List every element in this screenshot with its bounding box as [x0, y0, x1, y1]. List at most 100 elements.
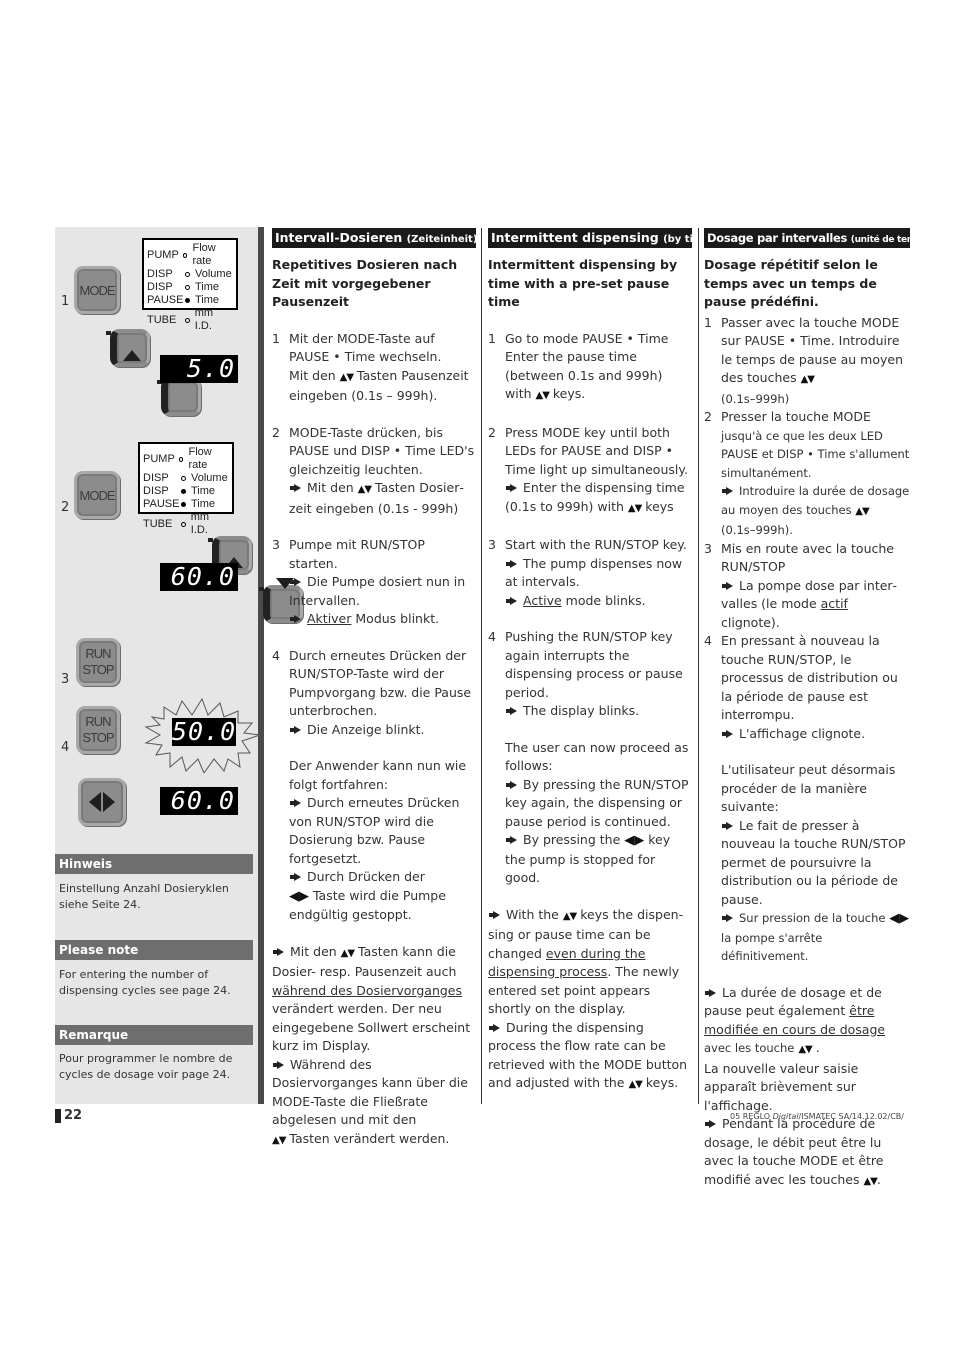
para-text: verän­dert werden. Der neu eingegebene S… — [272, 1001, 471, 1053]
arrow-right-icon — [506, 836, 517, 844]
arrow-right-icon — [722, 914, 733, 922]
led-label: mm I.D. — [190, 511, 210, 536]
step-item: 2 Press MODE key until both LEDs for PAU… — [488, 424, 692, 519]
step-text: la pompe s'arrête définitivement. — [721, 930, 823, 964]
arrow-right-icon — [273, 1060, 284, 1069]
step-item: 4 Pushing the RUN/STOP key again interru… — [488, 628, 692, 888]
step-text: Durch Drücken der — [307, 869, 425, 884]
led-label: Volume — [191, 472, 228, 484]
step-number: 3 — [272, 537, 280, 552]
para-text: Tasten verändert werden. — [289, 1130, 450, 1146]
up-down-keys-icon: ▲▼ — [272, 1134, 286, 1146]
step-text: Modus blinkt. — [355, 611, 440, 626]
step-number: 1 — [488, 330, 496, 346]
led-panel: PUMP Flow rate DISP Volume DISP Time PAUSE Time… — [138, 442, 234, 536]
run-label: RUN — [85, 646, 111, 661]
step-number: 3 — [704, 540, 712, 556]
up-down-keys-icon: ▲▼ — [357, 484, 372, 495]
note-text-de: Einstellung Anzahl Dosieryklen siehe Sei… — [59, 882, 229, 911]
up-down-keys-icon: ▲▼ — [535, 390, 550, 401]
run-label: RUN — [85, 714, 111, 729]
up-down-keys-icon: ▲▼ — [627, 502, 642, 514]
step-text: Mis en route avec la touche RUN/STOP — [721, 540, 894, 575]
step-number: 4 — [272, 647, 280, 663]
led-off-icon — [185, 272, 190, 277]
mode-key[interactable]: MODE — [74, 266, 120, 314]
up-key[interactable] — [106, 329, 150, 367]
column-german: Intervall-Dosieren (Zeiteinheit) Repetit… — [272, 228, 476, 1150]
led-off-icon — [181, 476, 186, 481]
up-down-keys-icon: ▲▼ — [798, 1044, 812, 1055]
step-text: Der Anwender kann nun wie folgt fortfahr… — [289, 758, 467, 792]
section-heading: Intervall-Dosieren (Zeiteinheit) — [272, 228, 476, 248]
led-row: PUMP Flow rate — [147, 242, 233, 268]
up-down-keys-icon: ▲▼ — [339, 371, 354, 383]
step-number: 3 — [61, 672, 70, 687]
step-item: 2 MODE-Taste drücken, bis PAUSE und DISP… — [272, 424, 476, 519]
heading-title: Dosage par intervalles — [707, 231, 848, 245]
led-on-icon — [185, 298, 190, 303]
heading-qualifier: (Zeiteinheit) — [406, 234, 476, 245]
step-text-underlined: Active — [523, 592, 562, 608]
heading-qualifier: (by time) — [663, 234, 692, 245]
led-label: Time — [191, 498, 216, 510]
step-text: Mit den — [289, 367, 336, 383]
heading-qualifier: (unité de temps) — [850, 235, 910, 245]
arrow-right-icon — [290, 615, 301, 623]
step-text: keys — [645, 498, 674, 514]
led-off-icon — [185, 285, 190, 290]
mode-key[interactable]: MODE — [74, 471, 120, 519]
step-item: 2 Presser la touche MODE jusqu'à ce que … — [704, 408, 910, 540]
direction-key-icon: ◀▶ — [624, 833, 645, 848]
led-label: Time — [195, 294, 220, 306]
led-off-icon — [182, 252, 188, 258]
arrow-right-icon — [705, 1120, 716, 1128]
sidebar-divider — [258, 227, 264, 1104]
mode-key-label: MODE — [79, 282, 116, 298]
para-text: Pendant la procédure de dosage, le débit… — [704, 1116, 884, 1187]
step-text: Sur pression de la touche — [739, 911, 886, 925]
section-subtitle: Repetitives Dosieren nach Zeit mit vorge… — [272, 257, 458, 309]
direction-key[interactable] — [78, 778, 126, 826]
reference-italic: Digital — [772, 1112, 799, 1121]
step-item: 1 Mit der MODE-Taste auf PAUSE • Time we… — [272, 330, 476, 406]
para-text: . — [815, 1040, 820, 1055]
lcd-display: 60.0 — [160, 563, 238, 591]
step-text: La pompe dose par inter­valles (le mode — [721, 577, 898, 612]
arrow-right-icon — [290, 725, 301, 734]
step-text: L'utilisateur peut désormais pro­céder d… — [721, 762, 896, 814]
column-divider — [481, 228, 482, 1104]
step-text: Mit den — [307, 480, 354, 495]
arrow-right-icon — [290, 578, 301, 586]
step-item: 3 Pumpe mit RUN/STOP starten. Die Pumpe … — [272, 536, 476, 629]
section-heading: Dosage par intervalles (unité de temps) — [704, 228, 910, 248]
step-item: 4 En pressant à nouveau la touche RUN/ST… — [704, 632, 910, 966]
note-heading-de: Hinweis — [55, 854, 253, 874]
arrow-right-icon — [722, 487, 733, 495]
led-row: DISP Volume — [147, 268, 233, 281]
para-text: avec les touche — [704, 1041, 795, 1055]
step-text: mode blinks. — [565, 592, 646, 608]
step-text: Start with the RUN/STOP key. — [505, 537, 687, 552]
run-stop-key[interactable]: RUN STOP — [76, 638, 120, 686]
led-label: Flow rate — [188, 446, 212, 471]
lcd-display-blinking: 50.0 — [172, 717, 237, 746]
section-subtitle: Dosage répétitif selon le temps avec un … — [704, 257, 878, 309]
arrow-right-icon — [290, 873, 301, 881]
para-text: . — [876, 1171, 881, 1187]
reference-text: 05 REGLO — [730, 1112, 773, 1121]
led-row: DISP Time — [143, 485, 229, 498]
paragraph: La durée de dosage et de pause peut égal… — [704, 984, 910, 1192]
para-text: keys. — [645, 1075, 679, 1090]
left-arrow-icon — [89, 792, 101, 812]
right-arrow-icon — [103, 792, 115, 812]
down-key[interactable] — [157, 371, 202, 416]
led-mode-name: PAUSE — [143, 498, 180, 510]
led-panel: PUMP Flow rate DISP Volume DISP Time PAUSE Time… — [142, 238, 238, 332]
paragraph: Mit den ▲▼ Tasten kann die Dosier- resp.… — [272, 943, 476, 1151]
step-item: 1 Passer avec la touche MODE sur PAUSE •… — [704, 314, 910, 409]
step-text: Taste wird die Pumpe endgültig gestoppt. — [289, 887, 446, 923]
note-heading-en: Please note — [55, 940, 253, 960]
led-mode-name: PUMP — [143, 452, 175, 465]
run-stop-key[interactable]: RUN STOP — [76, 706, 120, 754]
